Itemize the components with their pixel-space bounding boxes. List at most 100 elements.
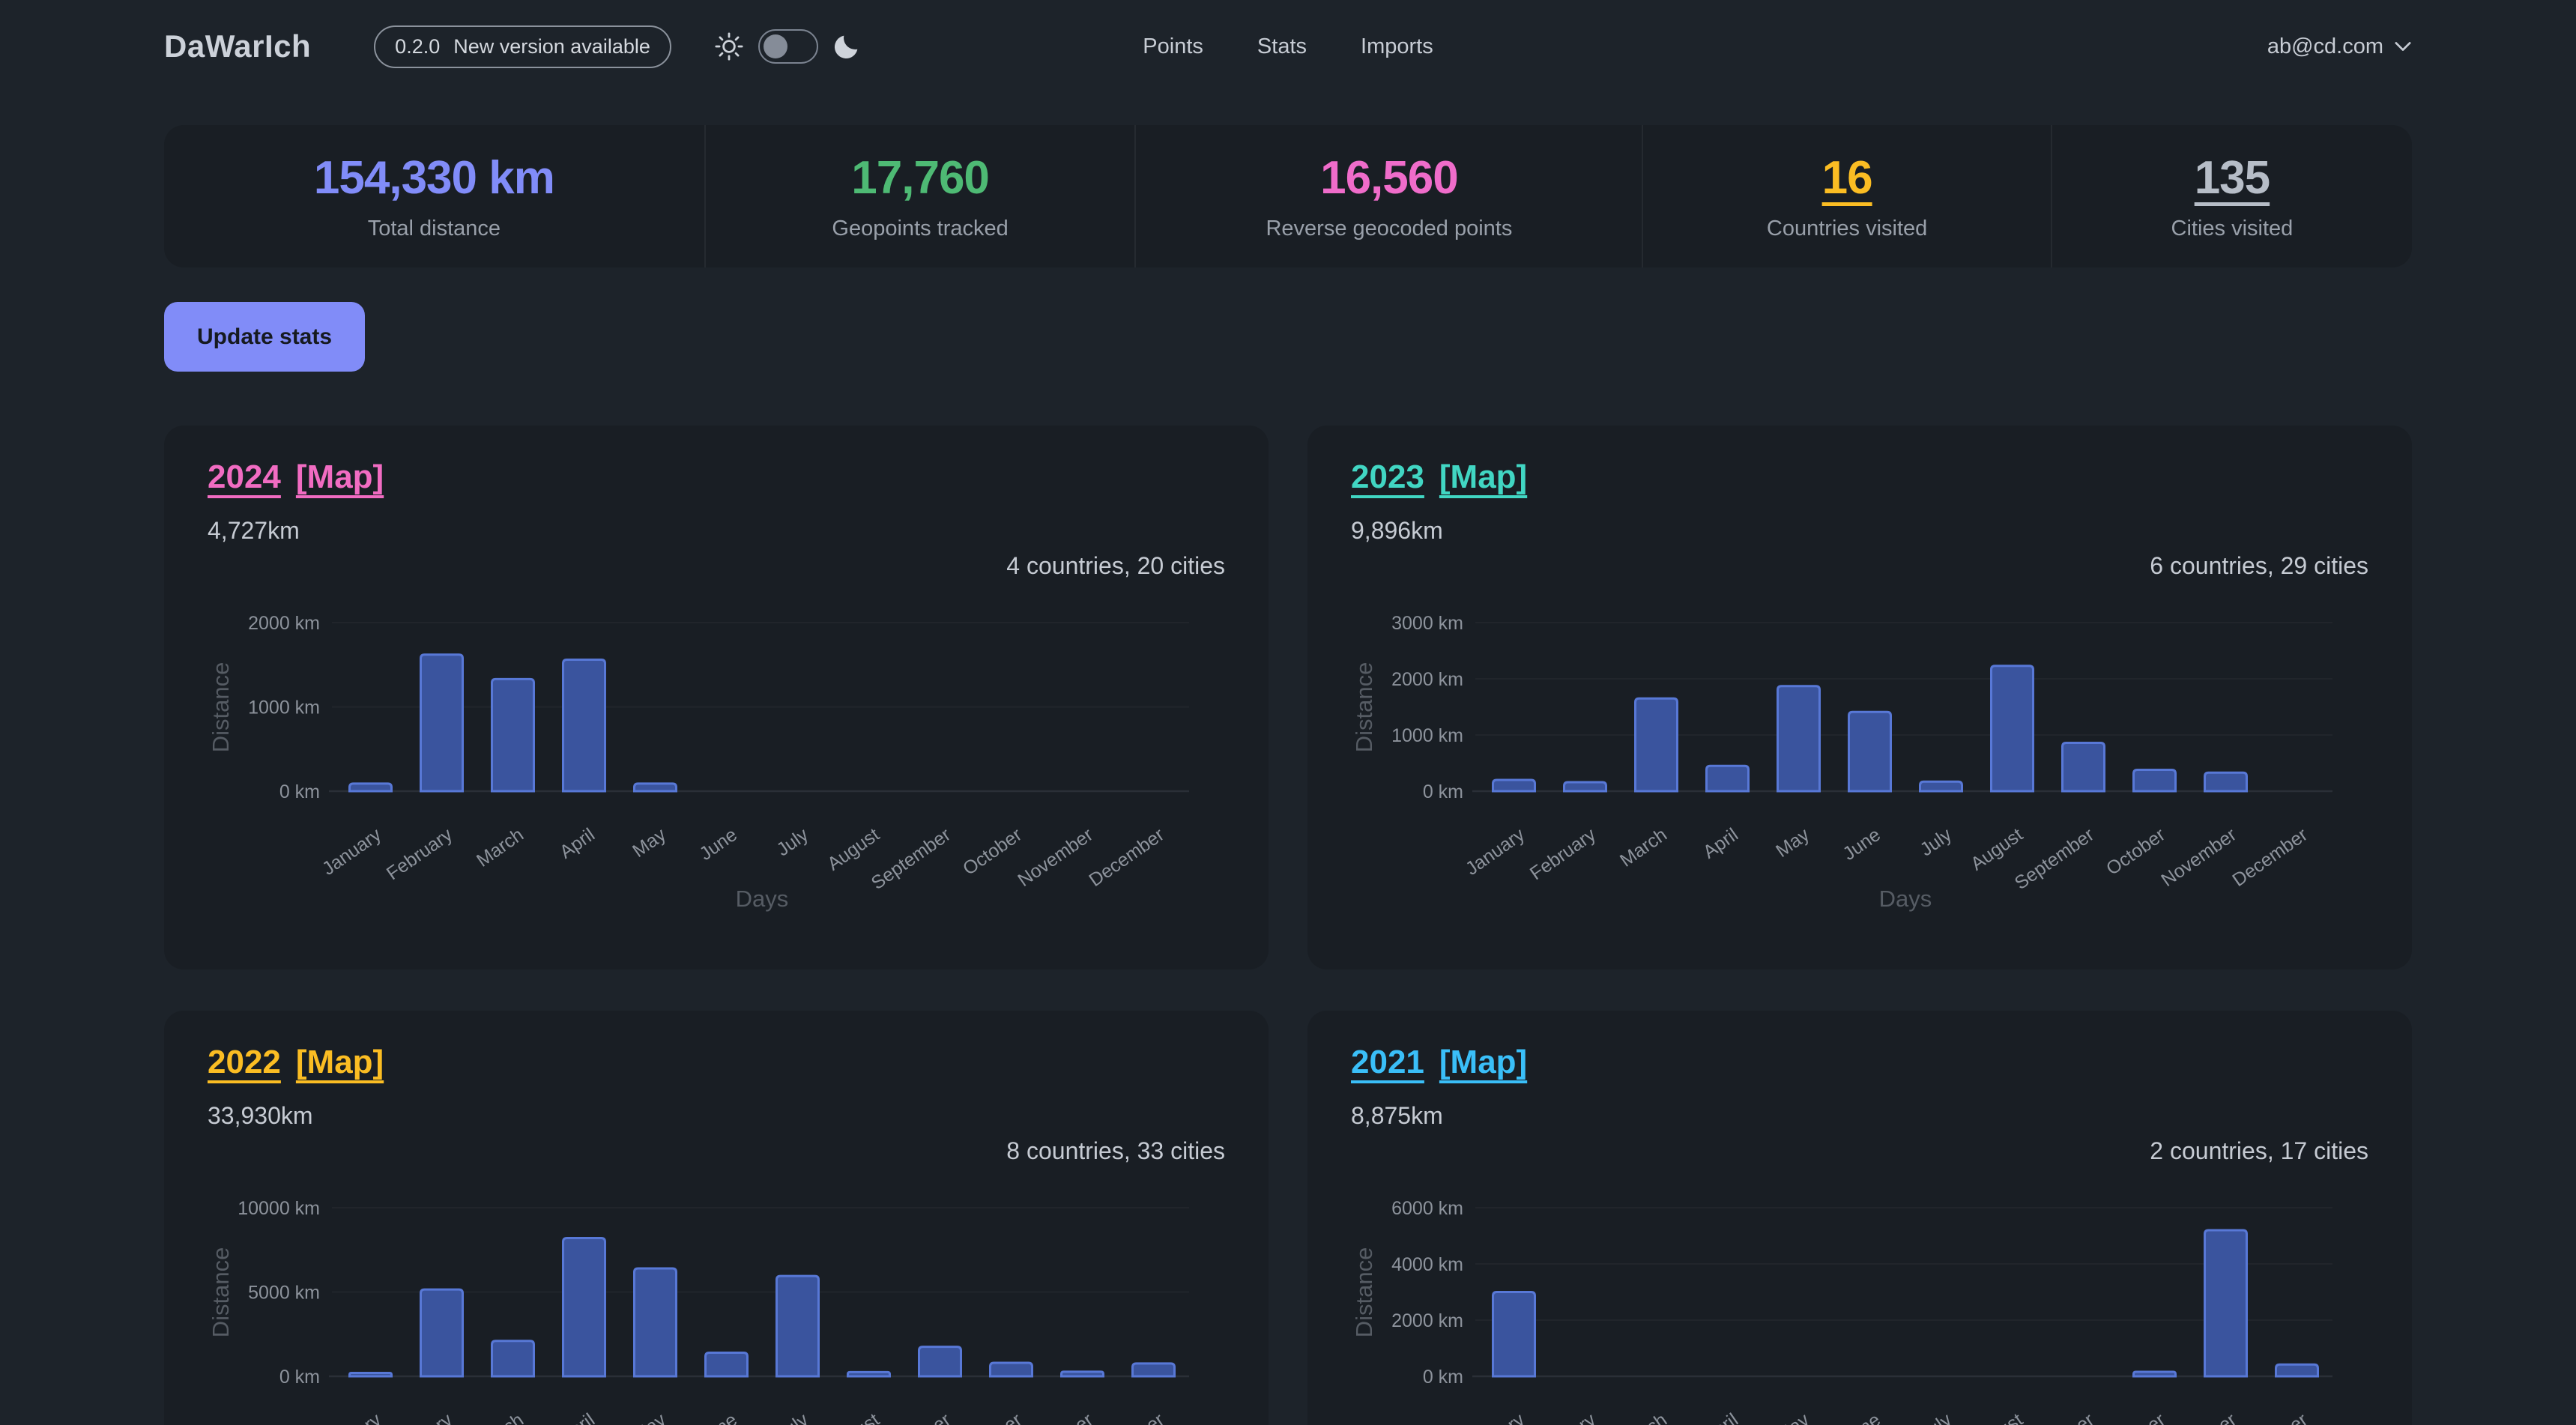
chevron-down-icon [2394, 40, 2412, 52]
stat-label: Total distance [368, 217, 501, 241]
svg-text:Days: Days [736, 886, 789, 912]
svg-text:March: March [473, 824, 527, 871]
svg-text:2000 km: 2000 km [1391, 1310, 1463, 1331]
year-total-distance: 9,896km [1351, 517, 2368, 545]
sun-icon [713, 31, 745, 62]
year-link[interactable]: 2022 [208, 1044, 281, 1081]
distance-bar-chart-2024: 0 km1000 km2000 kmJanuaryFebruaryMarchAp… [208, 598, 1194, 920]
svg-text:Days: Days [1879, 886, 1932, 912]
update-stats-button[interactable]: Update stats [164, 302, 365, 372]
card-head: 2022 [Map] [208, 1044, 1225, 1081]
map-link[interactable]: [Map] [1439, 459, 1527, 496]
theme-toggle[interactable] [758, 29, 818, 64]
svg-text:December: December [1085, 1409, 1168, 1425]
svg-text:2000 km: 2000 km [1391, 669, 1463, 690]
svg-text:0 km: 0 km [279, 781, 320, 802]
app-header: DaWarIch 0.2.0 New version available [164, 0, 2412, 93]
year-card-2024: 2024 [Map] 4,727km 4 countries, 20 citie… [164, 426, 1269, 969]
svg-text:October: October [959, 824, 1026, 880]
svg-text:December: December [2228, 1409, 2312, 1425]
stats-strip: 154,330 km Total distance 17,760 Geopoin… [164, 125, 2412, 267]
svg-text:October: October [2102, 824, 2169, 880]
svg-text:February: February [1526, 824, 1600, 885]
svg-text:6000 km: 6000 km [1391, 1198, 1463, 1219]
svg-text:0 km: 0 km [1423, 781, 1463, 802]
year-total-distance: 33,930km [208, 1102, 1225, 1130]
svg-text:March: March [473, 1409, 527, 1425]
svg-text:February: February [383, 824, 456, 885]
svg-text:0 km: 0 km [279, 1367, 320, 1388]
svg-text:May: May [1772, 1409, 1813, 1425]
svg-text:March: March [1616, 1409, 1671, 1425]
map-link[interactable]: [Map] [1439, 1044, 1527, 1081]
version-badge[interactable]: 0.2.0 New version available [374, 25, 671, 68]
svg-text:July: July [773, 1409, 812, 1425]
year-cards-grid: 2024 [Map] 4,727km 4 countries, 20 citie… [164, 426, 2412, 1425]
app-logo[interactable]: DaWarIch [164, 28, 311, 64]
svg-text:August: August [1967, 1409, 2027, 1425]
stat-label: Countries visited [1767, 217, 1927, 241]
countries-visited-link[interactable]: 16 [1822, 151, 1872, 205]
svg-text:1000 km: 1000 km [248, 698, 320, 718]
svg-text:4000 km: 4000 km [1391, 1254, 1463, 1275]
version-number: 0.2.0 [395, 35, 440, 58]
stat-value: 16,560 [1320, 151, 1458, 205]
stat-label: Cities visited [2171, 217, 2294, 241]
svg-text:Distance: Distance [208, 1247, 234, 1338]
svg-text:August: August [823, 1409, 883, 1425]
svg-text:July: July [1916, 824, 1956, 861]
svg-text:April: April [1699, 824, 1742, 863]
svg-text:June: June [695, 824, 740, 865]
stat-geopoints-tracked: 17,760 Geopoints tracked [704, 125, 1135, 267]
main-nav: Points Stats Imports [1143, 34, 1433, 59]
svg-text:November: November [1014, 824, 1097, 891]
svg-text:September: September [868, 824, 955, 894]
svg-text:0 km: 0 km [1423, 1367, 1463, 1388]
year-link[interactable]: 2024 [208, 459, 281, 496]
theme-toggle-group [713, 29, 862, 64]
moon-icon [832, 31, 862, 61]
year-link[interactable]: 2021 [1351, 1044, 1424, 1081]
svg-text:May: May [1772, 824, 1813, 862]
version-message: New version available [453, 35, 650, 58]
svg-text:April: April [1699, 1409, 1742, 1425]
nav-item-stats[interactable]: Stats [1257, 34, 1307, 59]
nav-item-points[interactable]: Points [1143, 34, 1203, 59]
svg-text:January: January [318, 1409, 385, 1425]
map-link[interactable]: [Map] [296, 1044, 384, 1081]
distance-bar-chart-2023: 0 km1000 km2000 km3000 kmJanuaryFebruary… [1351, 598, 2337, 920]
svg-text:November: November [2157, 824, 2240, 891]
stat-cities-visited: 135 Cities visited [2051, 125, 2412, 267]
year-card-2022: 2022 [Map] 33,930km 8 countries, 33 citi… [164, 1011, 1269, 1425]
svg-text:2000 km: 2000 km [248, 613, 320, 634]
svg-text:October: October [2102, 1409, 2169, 1425]
cities-visited-link[interactable]: 135 [2195, 151, 2270, 205]
svg-text:Distance: Distance [1351, 662, 1377, 753]
svg-text:June: June [1839, 1409, 1884, 1425]
svg-text:November: November [1014, 1409, 1097, 1425]
theme-toggle-knob [764, 34, 787, 58]
svg-text:January: January [318, 824, 385, 880]
year-countries-cities: 4 countries, 20 cities [208, 552, 1225, 580]
year-countries-cities: 6 countries, 29 cities [1351, 552, 2368, 580]
year-link[interactable]: 2023 [1351, 459, 1424, 496]
svg-text:December: December [1085, 824, 1168, 891]
svg-text:June: June [695, 1409, 740, 1425]
map-link[interactable]: [Map] [296, 459, 384, 496]
stat-total-distance: 154,330 km Total distance [164, 125, 704, 267]
user-menu[interactable]: ab@cd.com [2267, 34, 2412, 59]
svg-text:Distance: Distance [208, 662, 234, 753]
nav-item-imports[interactable]: Imports [1361, 34, 1433, 59]
svg-text:November: November [2157, 1409, 2240, 1425]
stat-value: 154,330 km [314, 151, 554, 205]
distance-bar-chart-2021: 0 km2000 km4000 km6000 kmJanuaryFebruary… [1351, 1183, 2337, 1425]
svg-text:December: December [2228, 824, 2312, 891]
card-head: 2021 [Map] [1351, 1044, 2368, 1081]
svg-text:August: August [1967, 824, 2027, 875]
svg-text:Distance: Distance [1351, 1247, 1377, 1338]
card-head: 2024 [Map] [208, 459, 1225, 496]
svg-text:3000 km: 3000 km [1391, 613, 1463, 634]
stat-countries-visited: 16 Countries visited [1642, 125, 2050, 267]
user-email: ab@cd.com [2267, 34, 2383, 59]
stat-reverse-geocoded: 16,560 Reverse geocoded points [1134, 125, 1642, 267]
